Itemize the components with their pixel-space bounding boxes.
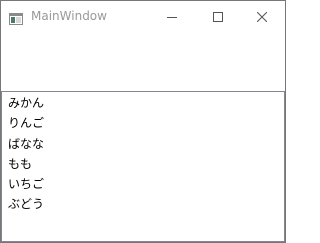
window-app-icon: [9, 10, 23, 25]
list-item[interactable]: もも: [2, 154, 284, 174]
window-title: MainWindow: [31, 9, 107, 23]
fruit-listbox[interactable]: みかん りんご ばなな もも いちご ぶどう: [1, 91, 285, 242]
maximize-icon: [213, 7, 223, 26]
minimize-button[interactable]: [149, 1, 195, 32]
list-item[interactable]: ぶどう: [2, 194, 284, 214]
list-item[interactable]: いちご: [2, 174, 284, 194]
main-window: MainWindow みかん りんご ばなな もも いちご ぶどう: [0, 0, 286, 243]
minimize-icon: [167, 7, 177, 26]
list-item[interactable]: ばなな: [2, 134, 284, 154]
title-bar[interactable]: MainWindow: [1, 1, 285, 32]
list-item[interactable]: みかん: [2, 93, 284, 113]
close-icon: [256, 7, 268, 26]
close-button[interactable]: [239, 1, 285, 32]
maximize-button[interactable]: [195, 1, 241, 32]
client-area: みかん りんご ばなな もも いちご ぶどう: [1, 32, 285, 242]
list-item[interactable]: りんご: [2, 113, 284, 133]
